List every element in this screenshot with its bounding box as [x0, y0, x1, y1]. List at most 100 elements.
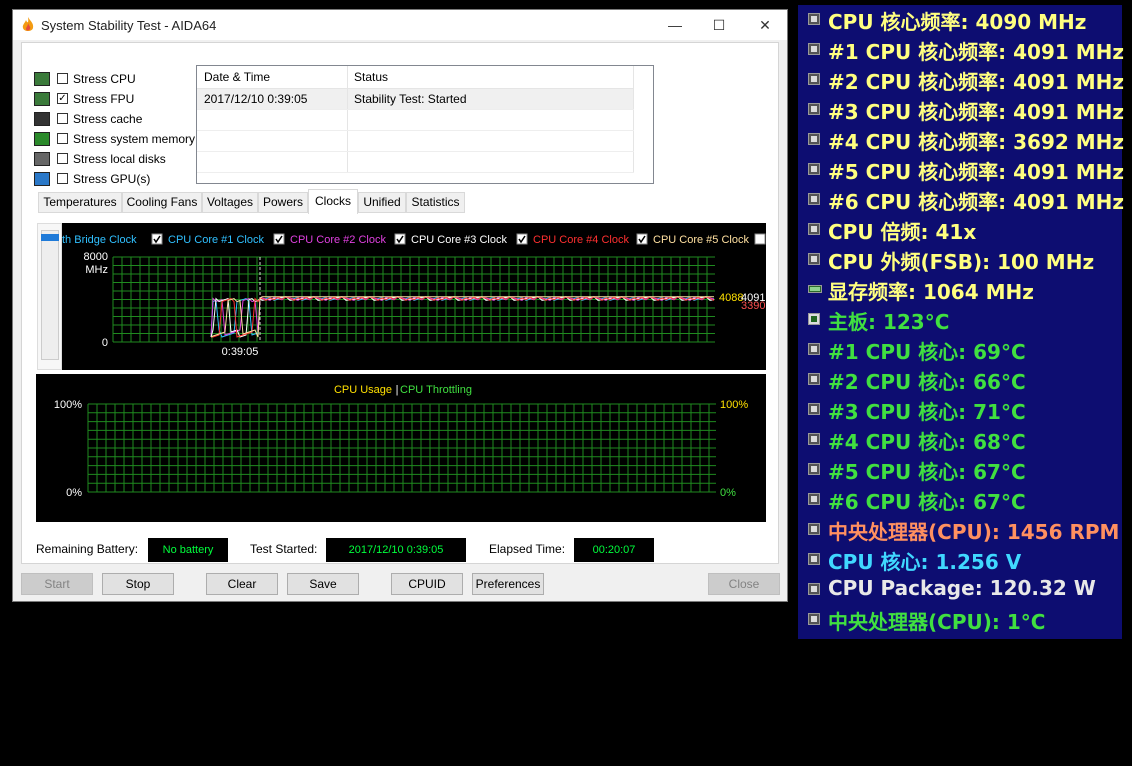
stress-checkbox[interactable]: [57, 173, 68, 184]
aida64-flame-icon: [22, 17, 34, 31]
battery-label: Remaining Battery:: [36, 542, 139, 556]
stress-option[interactable]: Stress CPU: [34, 71, 204, 89]
close-button[interactable]: Close: [708, 573, 780, 595]
legend-checkbox[interactable]: [516, 233, 528, 245]
osd-sensor-text: #4 CPU 核心频率: 3692 MHz: [828, 130, 1125, 154]
legend-checkbox[interactable]: [151, 233, 163, 245]
column-header-status[interactable]: Status: [348, 66, 634, 88]
cpu-usage-legend: CPU Usage: [334, 384, 392, 396]
legend-label: CPU Core #2 Clock: [290, 234, 386, 246]
table-row-empty: [197, 131, 634, 152]
osd-sensor-text: #6 CPU 核心频率: 4091 MHz: [828, 190, 1125, 214]
stress-option[interactable]: ✓ Stress FPU: [34, 91, 204, 109]
stress-option[interactable]: Stress cache: [34, 111, 204, 129]
stress-option[interactable]: Stress local disks: [34, 151, 204, 169]
osd-row: #6 CPU 核心频率: 4091 MHz: [798, 185, 1125, 215]
cpu-chip-icon: [808, 193, 820, 205]
osd-sensor-text: #2 CPU 核心: 66°C: [828, 370, 1026, 394]
legend-label: CPU Core #5 Clock: [653, 234, 749, 246]
table-row-empty: [197, 152, 634, 173]
cpu-chip-icon: [808, 253, 820, 265]
osd-sensor-text: CPU 倍频: 41x: [828, 220, 977, 244]
cpu-chip-icon: [808, 553, 820, 565]
tab-clocks[interactable]: Clocks: [308, 189, 358, 214]
battery-value: No battery: [148, 538, 228, 562]
fpu-percent-icon: [34, 92, 50, 106]
stress-checkbox[interactable]: [57, 113, 68, 124]
cpu-chip-icon: [808, 163, 820, 175]
osd-sensor-text: CPU 核心频率: 4090 MHz: [828, 10, 1087, 34]
cpu-chip-icon: [808, 613, 820, 625]
osd-row: #4 CPU 核心: 68°C: [798, 425, 1122, 455]
legend-checkbox[interactable]: [394, 233, 406, 245]
osd-row: 主板: 123°C: [798, 305, 1122, 335]
tab-temperatures[interactable]: Temperatures: [38, 192, 122, 213]
stress-option[interactable]: Stress system memory: [34, 131, 204, 149]
clear-button[interactable]: Clear: [206, 573, 278, 595]
legend-checkbox[interactable]: [273, 233, 285, 245]
table-row[interactable]: 2017/12/10 0:39:05 Stability Test: Start…: [197, 89, 634, 110]
clock-graph: th Bridge Clock CPU Core #1 Clock CPU Core…: [62, 223, 766, 370]
preferences-button[interactable]: Preferences: [472, 573, 544, 595]
tab-statistics[interactable]: Statistics: [406, 192, 465, 213]
title-bar[interactable]: System Stability Test - AIDA64 — ☐ ✕: [13, 10, 787, 40]
legend-checkbox[interactable]: [636, 233, 648, 245]
cpuid-button[interactable]: CPUID: [391, 573, 463, 595]
osd-row: #5 CPU 核心: 67°C: [798, 455, 1122, 485]
osd-row: #1 CPU 核心频率: 4091 MHz: [798, 35, 1124, 65]
minimize-button[interactable]: —: [655, 13, 695, 37]
y-right-bottom-label: 0%: [720, 487, 736, 499]
osd-sensor-text: #5 CPU 核心: 67°C: [828, 460, 1026, 484]
osd-row: #4 CPU 核心频率: 3692 MHz: [798, 125, 1125, 155]
cpu-chip-icon: [808, 103, 820, 115]
legend-checkbox[interactable]: [754, 233, 766, 245]
log-datetime: 2017/12/10 0:39:05: [197, 89, 348, 109]
y-unit-label: MHz: [85, 264, 108, 276]
tab-powers[interactable]: Powers: [258, 192, 308, 213]
cpu-chip-icon: [808, 43, 820, 55]
disk-drive-icon: [34, 152, 50, 166]
log-table[interactable]: Date & Time Status 2017/12/10 0:39:05 St…: [196, 65, 654, 184]
memory-module-icon: [34, 132, 50, 146]
stress-checkbox[interactable]: [57, 73, 68, 84]
cpu-chip-icon: [808, 403, 820, 415]
cpu-chip-icon: [808, 583, 820, 595]
osd-row: #5 CPU 核心频率: 4091 MHz: [798, 155, 1125, 185]
osd-sensor-text: #5 CPU 核心频率: 4091 MHz: [828, 160, 1125, 184]
maximize-button[interactable]: ☐: [699, 13, 739, 37]
save-button[interactable]: Save: [287, 573, 359, 595]
osd-row: CPU 倍频: 41x: [798, 215, 1122, 245]
column-header-datetime[interactable]: Date & Time: [197, 66, 348, 88]
y-max-label: 8000: [84, 251, 108, 263]
osd-row: #1 CPU 核心: 69°C: [798, 335, 1122, 365]
close-window-button[interactable]: ✕: [745, 13, 785, 37]
y-left-bottom-label: 0%: [66, 487, 82, 499]
stress-option-label: Stress system memory: [73, 132, 196, 146]
test-started-value: 2017/12/10 0:39:05: [326, 538, 466, 562]
stress-checkbox[interactable]: [57, 153, 68, 164]
elapsed-time-label: Elapsed Time:: [489, 542, 566, 556]
stress-checkbox[interactable]: [57, 133, 68, 144]
stress-checkbox[interactable]: ✓: [57, 93, 68, 104]
elapsed-time-value: 00:20:07: [574, 538, 654, 562]
osd-sensor-text: #3 CPU 核心: 71°C: [828, 400, 1026, 424]
tab-cooling-fans[interactable]: Cooling Fans: [122, 192, 202, 213]
cpu-chip-icon: [808, 523, 820, 535]
cpu-usage-graph-svg: CPU Usage | CPU Throttling 100% 0% 100% 0%: [54, 384, 748, 499]
osd-sensor-text: #4 CPU 核心: 68°C: [828, 430, 1026, 454]
legend-separator: |: [396, 384, 399, 396]
osd-row: #2 CPU 核心频率: 4091 MHz: [798, 65, 1124, 95]
monitor-icon: [34, 172, 50, 186]
stop-button[interactable]: Stop: [102, 573, 174, 595]
start-button[interactable]: Start: [21, 573, 93, 595]
stress-option[interactable]: Stress GPU(s): [34, 171, 204, 189]
legend-label: th Bridge Clock: [62, 234, 137, 246]
tab-unified[interactable]: Unified: [358, 192, 406, 213]
tab-voltages[interactable]: Voltages: [202, 192, 258, 213]
legend-scroll-area[interactable]: [37, 223, 62, 370]
osd-sensor-text: #3 CPU 核心频率: 4091 MHz: [828, 100, 1125, 124]
osd-row: CPU 核心: 1.256 V: [798, 545, 1122, 575]
main-panel: Stress CPU ✓ Stress FPU Stress cache Stress …: [21, 42, 779, 564]
legend-scrollbar[interactable]: [41, 230, 59, 360]
osd-sensor-text: #6 CPU 核心: 67°C: [828, 490, 1026, 514]
